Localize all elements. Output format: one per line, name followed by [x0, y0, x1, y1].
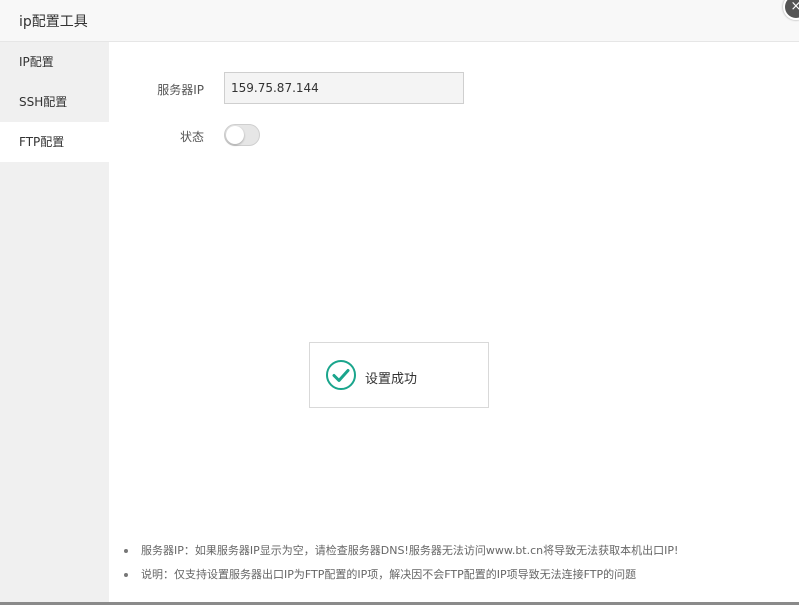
sidebar-item-ip-config[interactable]: IP配置 [0, 42, 109, 82]
note-item: 服务器IP：如果服务器IP显示为空，请检查服务器DNS!服务器无法访问www.b… [124, 542, 678, 566]
sidebar-item-label: FTP配置 [19, 135, 65, 149]
sidebar: IP配置 SSH配置 FTP配置 [0, 42, 109, 602]
bullet-icon [124, 573, 128, 577]
sidebar-item-ftp-config[interactable]: FTP配置 [0, 122, 109, 162]
toast-message: 设置成功 [365, 372, 418, 387]
success-toast: 设置成功 [309, 342, 489, 408]
toggle-knob [226, 126, 244, 144]
status-label: 状态 [179, 130, 204, 144]
status-toggle[interactable] [224, 124, 260, 146]
note-item: 说明：仅支持设置服务器出口IP为FTP配置的IP项，解决因不会FTP配置的IP项… [124, 566, 678, 590]
dialog-titlebar: ip配置工具 [0, 0, 799, 42]
note-text: 说明：仅支持设置服务器出口IP为FTP配置的IP项，解决因不会FTP配置的IP项… [141, 568, 637, 581]
ip-config-dialog: ip配置工具 × IP配置 SSH配置 FTP配置 服务器IP 状态 设置成功 … [0, 0, 799, 605]
sidebar-item-label: IP配置 [19, 55, 54, 69]
close-icon: × [790, 0, 799, 14]
dialog-title: ip配置工具 [19, 14, 88, 30]
note-text: 服务器IP：如果服务器IP显示为空，请检查服务器DNS!服务器无法访问www.b… [141, 544, 679, 557]
server-ip-label: 服务器IP [157, 83, 204, 97]
server-ip-input[interactable] [224, 72, 464, 104]
sidebar-item-label: SSH配置 [19, 95, 68, 109]
bullet-icon [124, 549, 128, 553]
sidebar-item-ssh-config[interactable]: SSH配置 [0, 82, 109, 122]
check-circle-icon [326, 360, 356, 390]
help-notes: 服务器IP：如果服务器IP显示为空，请检查服务器DNS!服务器无法访问www.b… [124, 542, 678, 590]
